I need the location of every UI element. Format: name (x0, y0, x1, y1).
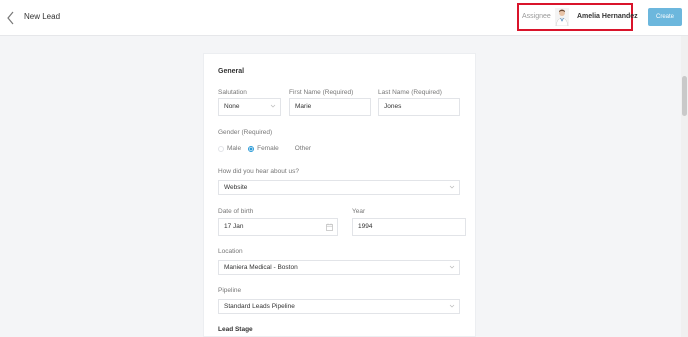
dob-value: 17 Jan (224, 223, 244, 230)
first-name-input[interactable]: Marie (289, 98, 371, 116)
gender-option-label: Female (257, 145, 279, 152)
chevron-down-icon (270, 104, 276, 108)
location-select[interactable]: Maniera Medical - Boston (218, 260, 460, 275)
lead-stage-label: Lead Stage (218, 326, 253, 333)
calendar-icon[interactable] (326, 223, 333, 231)
pipeline-label: Pipeline (218, 287, 242, 294)
salutation-label: Salutation (218, 89, 247, 96)
dob-input[interactable]: 17 Jan (218, 218, 338, 236)
source-value: Website (224, 184, 248, 191)
source-label: How did you hear about us? (218, 168, 299, 175)
back-icon[interactable] (5, 10, 17, 26)
radio-dot (286, 146, 292, 152)
salutation-select[interactable]: None (218, 98, 281, 116)
location-value: Maniera Medical - Boston (224, 264, 298, 271)
location-label: Location (218, 248, 243, 255)
assignee-name: Amelia Hernandez (577, 13, 638, 20)
pipeline-value: Standard Leads Pipeline (224, 303, 295, 310)
chevron-down-icon (449, 265, 455, 269)
assignee-selector[interactable]: Assignee Amelia Hernandez (517, 3, 638, 31)
chevron-down-icon (449, 185, 455, 189)
salutation-value: None (224, 103, 240, 110)
gender-option-female[interactable]: Female (248, 145, 279, 152)
top-bar: New Lead Assignee Amelia Hernandez Creat… (0, 0, 688, 36)
scroll-thumb[interactable] (682, 76, 687, 116)
gender-option-other[interactable]: Other (286, 145, 311, 152)
lead-form-card: General Salutation None First Name (Requ… (203, 53, 476, 337)
dob-label: Date of birth (218, 208, 254, 215)
last-name-label: Last Name (Required) (378, 89, 442, 96)
first-name-label: First Name (Required) (289, 89, 354, 96)
radio-dot-selected (248, 145, 255, 152)
avatar (555, 8, 569, 27)
gender-option-label: Male (227, 145, 242, 152)
scrollbar[interactable] (681, 36, 688, 337)
year-label: Year (352, 208, 366, 215)
page-title: New Lead (24, 12, 61, 21)
gender-option-male[interactable]: Male (218, 145, 241, 152)
gender-option-label: Other (294, 145, 312, 152)
last-name-input[interactable]: Jones (378, 98, 460, 116)
gender-label: Gender (Required) (218, 129, 273, 136)
year-input[interactable]: 1994 (352, 218, 466, 236)
chevron-down-icon (449, 304, 455, 308)
assignee-label: Assignee (522, 13, 551, 20)
section-title-general: General (218, 68, 245, 75)
pipeline-select[interactable]: Standard Leads Pipeline (218, 299, 460, 314)
gender-radio-group: Male Female Other (218, 145, 318, 152)
radio-dot (218, 145, 224, 152)
create-button[interactable]: Create (648, 8, 682, 26)
source-select[interactable]: Website (218, 180, 460, 195)
